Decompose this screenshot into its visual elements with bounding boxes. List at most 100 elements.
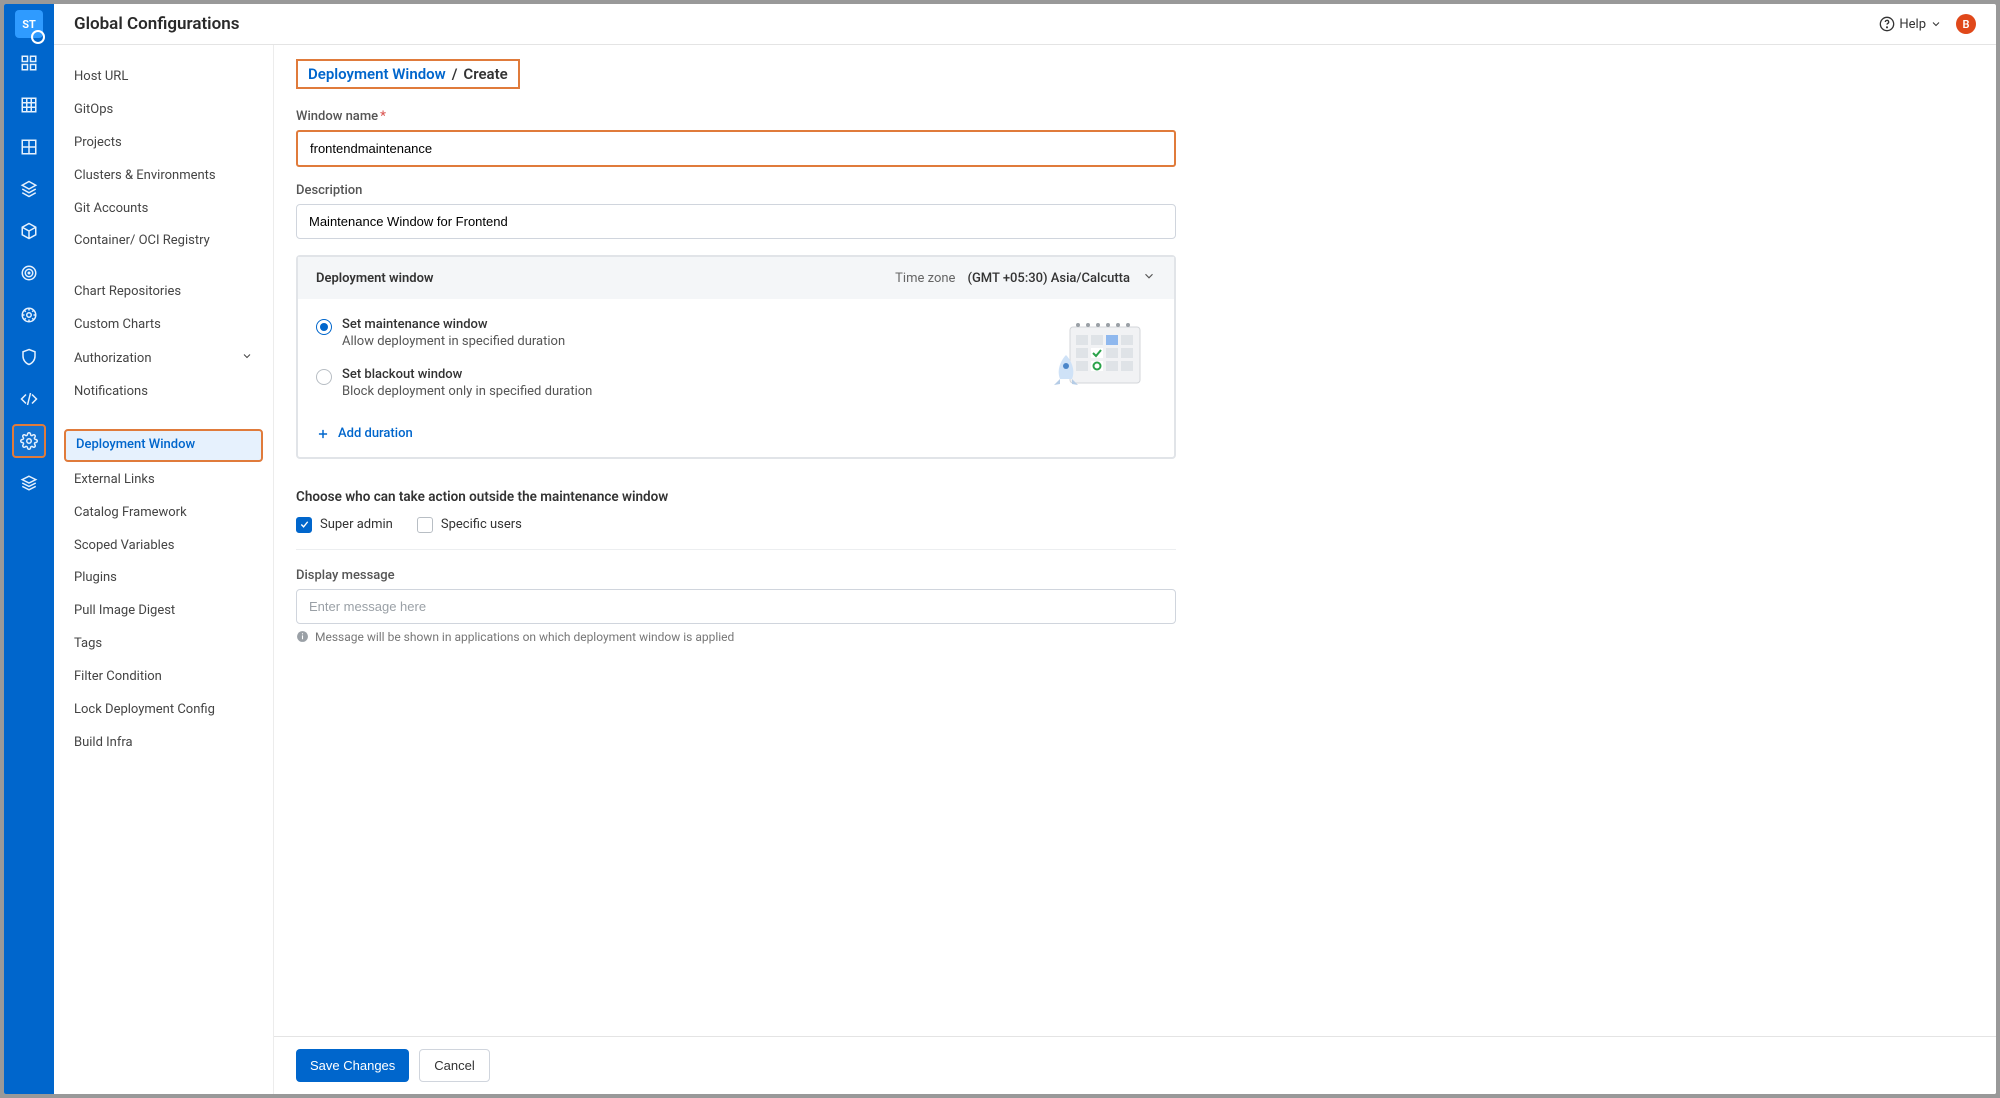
radio-maintenance-title: Set maintenance window <box>342 317 565 332</box>
config-nav: Host URL GitOps Projects Clusters & Envi… <box>54 45 274 1094</box>
checkbox-icon <box>296 517 312 533</box>
checkbox-specific-label: Specific users <box>441 517 522 532</box>
rail-helm-icon[interactable] <box>12 298 46 332</box>
avatar-initial: B <box>1963 18 1970 31</box>
nav-deployment-window[interactable]: Deployment Window <box>64 429 263 462</box>
checkbox-specific-users[interactable]: Specific users <box>417 517 522 533</box>
page-title: Global Configurations <box>74 14 239 34</box>
radio-group: Set maintenance window Allow deployment … <box>316 317 592 399</box>
nav-tags[interactable]: Tags <box>64 630 263 659</box>
radio-blackout-title: Set blackout window <box>342 367 592 382</box>
nav-pull-image-digest[interactable]: Pull Image Digest <box>64 597 263 626</box>
help-icon <box>1879 16 1895 32</box>
nav-catalog-framework[interactable]: Catalog Framework <box>64 499 263 528</box>
content-scroll: Deployment Window / Create Window name* <box>274 45 1996 1036</box>
window-name-input[interactable] <box>298 132 1174 165</box>
nav-filter-condition[interactable]: Filter Condition <box>64 663 263 692</box>
nav-container-registry[interactable]: Container/ OCI Registry <box>64 227 263 256</box>
who-checkboxes: Super admin Specific users <box>296 517 1974 533</box>
nav-notifications[interactable]: Notifications <box>64 378 263 407</box>
description-label: Description <box>296 183 1176 198</box>
required-asterisk: * <box>380 109 386 124</box>
breadcrumb-current: Create <box>463 65 507 83</box>
breadcrumb-sep: / <box>452 65 458 83</box>
nav-external-links[interactable]: External Links <box>64 466 263 495</box>
chevron-down-icon <box>1142 269 1156 287</box>
chevron-down-icon <box>241 350 253 368</box>
save-button[interactable]: Save Changes <box>296 1049 409 1082</box>
breadcrumb: Deployment Window / Create <box>296 59 520 89</box>
cancel-button[interactable]: Cancel <box>419 1049 489 1082</box>
timezone-selector[interactable]: Time zone (GMT +05:30) Asia/Calcutta <box>895 269 1156 287</box>
nav-host-url[interactable]: Host URL <box>64 63 263 92</box>
plus-icon <box>316 427 330 441</box>
rail-shield-icon[interactable] <box>12 340 46 374</box>
nav-plugins[interactable]: Plugins <box>64 564 263 593</box>
add-duration-button[interactable]: Add duration <box>316 426 413 441</box>
display-message-label: Display message <box>296 568 1176 583</box>
main-area: Global Configurations Help B Host URL Gi… <box>54 4 1996 1094</box>
rail-stack-icon[interactable] <box>12 466 46 500</box>
info-icon <box>296 630 309 643</box>
rail-cube-icon[interactable] <box>12 214 46 248</box>
card-title: Deployment window <box>316 271 434 286</box>
nav-scoped-vars[interactable]: Scoped Variables <box>64 532 263 561</box>
deployment-window-card: Deployment window Time zone (GMT +05:30)… <box>296 255 1176 459</box>
radio-icon <box>316 369 332 385</box>
rail-layers-icon[interactable] <box>12 172 46 206</box>
nav-lock-deploy-config[interactable]: Lock Deployment Config <box>64 696 263 725</box>
avatar[interactable]: B <box>1956 14 1976 34</box>
rail-window-icon[interactable] <box>12 130 46 164</box>
chevron-down-icon <box>1930 18 1942 30</box>
display-message-input[interactable] <box>296 589 1176 624</box>
display-message-hint-text: Message will be shown in applications on… <box>315 630 734 644</box>
help-button[interactable]: Help <box>1879 16 1942 32</box>
nav-clusters-env[interactable]: Clusters & Environments <box>64 162 263 191</box>
top-right: Help B <box>1879 14 1976 34</box>
timezone-value: (GMT +05:30) Asia/Calcutta <box>967 271 1130 286</box>
calendar-illustration <box>1044 317 1156 391</box>
rail-apps-icon[interactable] <box>12 46 46 80</box>
body: Host URL GitOps Projects Clusters & Envi… <box>54 45 1996 1094</box>
description-input[interactable] <box>296 204 1176 239</box>
radio-icon <box>316 319 332 335</box>
radio-maintenance-sub: Allow deployment in specified duration <box>342 334 565 349</box>
window-name-label: Window name* <box>296 109 1176 124</box>
timezone-label: Time zone <box>895 271 955 286</box>
nav-gitops[interactable]: GitOps <box>64 96 263 125</box>
card-footer: Add duration <box>298 413 1174 457</box>
top-bar: Global Configurations Help B <box>54 4 1996 45</box>
nav-custom-charts[interactable]: Custom Charts <box>64 311 263 340</box>
rail-grid-icon[interactable] <box>12 88 46 122</box>
description-row: Description <box>296 183 1176 239</box>
app-logo-text: ST <box>22 18 36 31</box>
nav-authorization[interactable]: Authorization <box>64 344 263 374</box>
breadcrumb-link[interactable]: Deployment Window <box>308 65 446 83</box>
icon-rail: ST <box>4 4 54 1094</box>
help-label: Help <box>1899 17 1926 32</box>
radio-maintenance[interactable]: Set maintenance window Allow deployment … <box>316 317 592 349</box>
add-duration-label: Add duration <box>338 426 413 441</box>
window-name-highlight <box>296 130 1176 167</box>
who-can-act-heading: Choose who can take action outside the m… <box>296 489 1176 505</box>
rail-code-icon[interactable] <box>12 382 46 416</box>
checkbox-super-admin[interactable]: Super admin <box>296 517 393 533</box>
display-message-hint: Message will be shown in applications on… <box>296 630 1176 644</box>
card-header: Deployment window Time zone (GMT +05:30)… <box>298 257 1174 299</box>
card-body: Set maintenance window Allow deployment … <box>298 299 1174 413</box>
rail-target-icon[interactable] <box>12 256 46 290</box>
window-name-row: Window name* <box>296 109 1176 167</box>
rail-settings-icon[interactable] <box>12 424 46 458</box>
nav-build-infra[interactable]: Build Infra <box>64 729 263 758</box>
radio-blackout[interactable]: Set blackout window Block deployment onl… <box>316 367 592 399</box>
app-logo[interactable]: ST <box>15 10 43 38</box>
nav-projects[interactable]: Projects <box>64 129 263 158</box>
divider <box>296 549 1176 550</box>
checkbox-super-label: Super admin <box>320 517 393 532</box>
radio-blackout-sub: Block deployment only in specified durat… <box>342 384 592 399</box>
content-pane: Deployment Window / Create Window name* <box>274 45 1996 1094</box>
form-footer: Save Changes Cancel <box>274 1036 1996 1094</box>
nav-git-accounts[interactable]: Git Accounts <box>64 195 263 224</box>
nav-chart-repos[interactable]: Chart Repositories <box>64 278 263 307</box>
checkbox-icon <box>417 517 433 533</box>
